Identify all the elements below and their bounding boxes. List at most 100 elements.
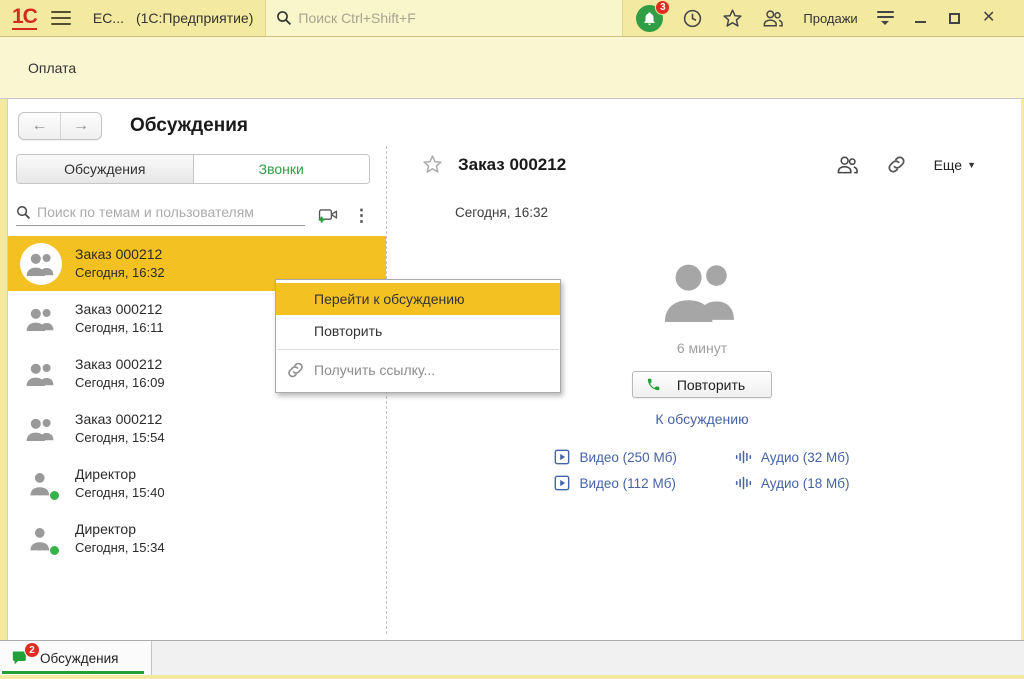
call-time: Сегодня, 16:32 [75,265,165,280]
forward-button[interactable]: → [60,113,101,139]
video-attachment-link[interactable]: Видео (112 Мб) [554,475,676,491]
star-icon[interactable] [422,154,443,175]
video-play-icon [555,475,570,491]
call-title: Заказ 000212 [75,301,163,317]
toolbar-row: ← → Обсуждения [18,112,1021,140]
collaboration-button[interactable] [762,8,784,28]
call-list-item[interactable]: Директор Сегодня, 15:40 [8,456,386,511]
new-video-call-icon [318,209,338,223]
call-duration: 6 минут [676,340,728,356]
repeat-call-label: Повторить [676,376,746,393]
status-tab-discussions[interactable]: 2 Обсуждения [0,641,152,675]
titlebar-icons: 3 Продажи [636,0,894,32]
call-title: Заказ 000212 [75,246,163,262]
hamburger-icon[interactable] [50,11,71,25]
window-controls: ✕ [904,3,1006,33]
more-button[interactable]: Еще ▼ [934,157,976,173]
minimize-button[interactable] [904,3,938,33]
status-tab-label: Обсуждения [40,650,119,666]
people-icon [764,10,784,27]
new-video-call-button[interactable] [317,206,339,224]
call-time: Сегодня, 15:40 [75,485,165,500]
context-menu: Перейти к обсуждению Повторить Получить … [275,279,561,393]
call-time: Сегодня, 16:11 [75,320,164,335]
app-context: (1С:Предприятие) [135,10,254,26]
menu-item-get-link[interactable]: Получить ссылку... [276,352,560,388]
history-nav: ← → [18,112,102,140]
audio-attachment-link[interactable]: Аудио (32 Мб) [735,449,850,465]
maximize-icon [949,12,961,24]
audio-wave-icon [735,476,751,490]
call-title: Директор [75,466,136,482]
panel-tabs: Обсуждения Звонки [16,154,370,184]
content: ← → Обсуждения Обсуждения Звонки Поиск п… [8,99,1021,640]
group-avatar-icon [20,298,62,340]
notifications-button[interactable]: 3 [636,0,671,32]
detail-title: Заказ 000212 [458,154,567,174]
call-list-item[interactable]: Директор Сегодня, 15:34 [8,511,386,566]
app-title: ЕС... [92,10,124,26]
service-menu-button[interactable] [876,11,894,25]
group-avatar-icon [20,353,62,395]
group-avatar-icon [20,408,62,450]
audio-wave-icon [735,450,751,464]
get-link-button[interactable] [886,154,907,175]
detail-timestamp: Сегодня, 16:32 [455,205,549,220]
call-time: Сегодня, 15:54 [75,430,165,445]
favorites-button[interactable] [722,8,743,29]
call-title: Заказ 000212 [75,356,163,372]
call-list-item[interactable]: Заказ 000212 Сегодня, 15:54 [8,401,386,456]
search-icon [277,11,292,26]
global-search[interactable] [265,0,624,36]
phone-icon [647,378,660,391]
to-discussion-link[interactable]: К обсуждению [655,411,748,427]
attachments: Видео (250 Мб) Аудио (32 Мб) Видео (112 … [554,449,850,491]
frame-left [0,99,8,640]
call-title: Директор [75,521,136,537]
participants-button[interactable] [836,154,859,175]
presence-dot [50,490,59,500]
panel-search[interactable] [16,204,305,226]
history-icon [684,9,702,27]
app-window: 1С ЕС... (1С:Предприятие) 3 Прод [0,0,1024,679]
maximize-button[interactable] [938,3,972,33]
close-icon: ✕ [981,9,996,26]
star-icon [723,8,742,27]
notifications-badge: 3 [655,0,671,15]
call-time: Сегодня, 16:09 [75,375,165,390]
audio-attachment-link[interactable]: Аудио (18 Мб) [735,475,850,491]
status-bar: 2 Обсуждения [0,640,1024,675]
frame-bottom [0,675,1024,679]
kebab-icon[interactable]: ⋮ [353,207,370,224]
people-icon [837,156,858,174]
tab-calls[interactable]: Звонки [193,155,369,183]
logo-1c: 1С [12,5,38,30]
section-label[interactable]: Продажи [803,11,857,26]
minimize-icon [915,21,927,23]
unread-badge: 2 [24,642,40,658]
menu-separator [277,349,559,350]
calls-panel: Обсуждения Звонки ⋮ [8,146,386,640]
link-icon [888,156,905,173]
video-play-icon [555,449,570,465]
main-area: ← → Обсуждения Обсуждения Звонки Поиск п… [0,99,1024,640]
call-time: Сегодня, 15:34 [75,540,165,555]
menu-item-go-to-discussion[interactable]: Перейти к обсуждению [276,283,560,315]
close-button[interactable]: ✕ [972,3,1006,33]
tab-discussions[interactable]: Обсуждения [17,155,194,183]
menu-item-repeat[interactable]: Повторить [276,315,560,347]
call-title: Заказ 000212 [75,411,163,427]
person-avatar-icon [20,463,62,505]
forward-arrow-icon: → [73,117,89,134]
global-search-input[interactable] [298,10,613,26]
panel-search-row: ⋮ [16,204,376,226]
group-avatar-icon [664,264,734,322]
more-button-label: Еще [933,156,963,173]
history-button[interactable] [682,8,703,29]
panel-search-input[interactable] [37,204,305,220]
window-tab-oplata[interactable]: Оплата [28,60,76,76]
columns: Обсуждения Звонки ⋮ [8,146,1021,640]
video-attachment-link[interactable]: Видео (250 Мб) [554,449,677,465]
back-button[interactable]: ← [19,113,60,139]
repeat-call-button[interactable]: Повторить [632,371,772,398]
